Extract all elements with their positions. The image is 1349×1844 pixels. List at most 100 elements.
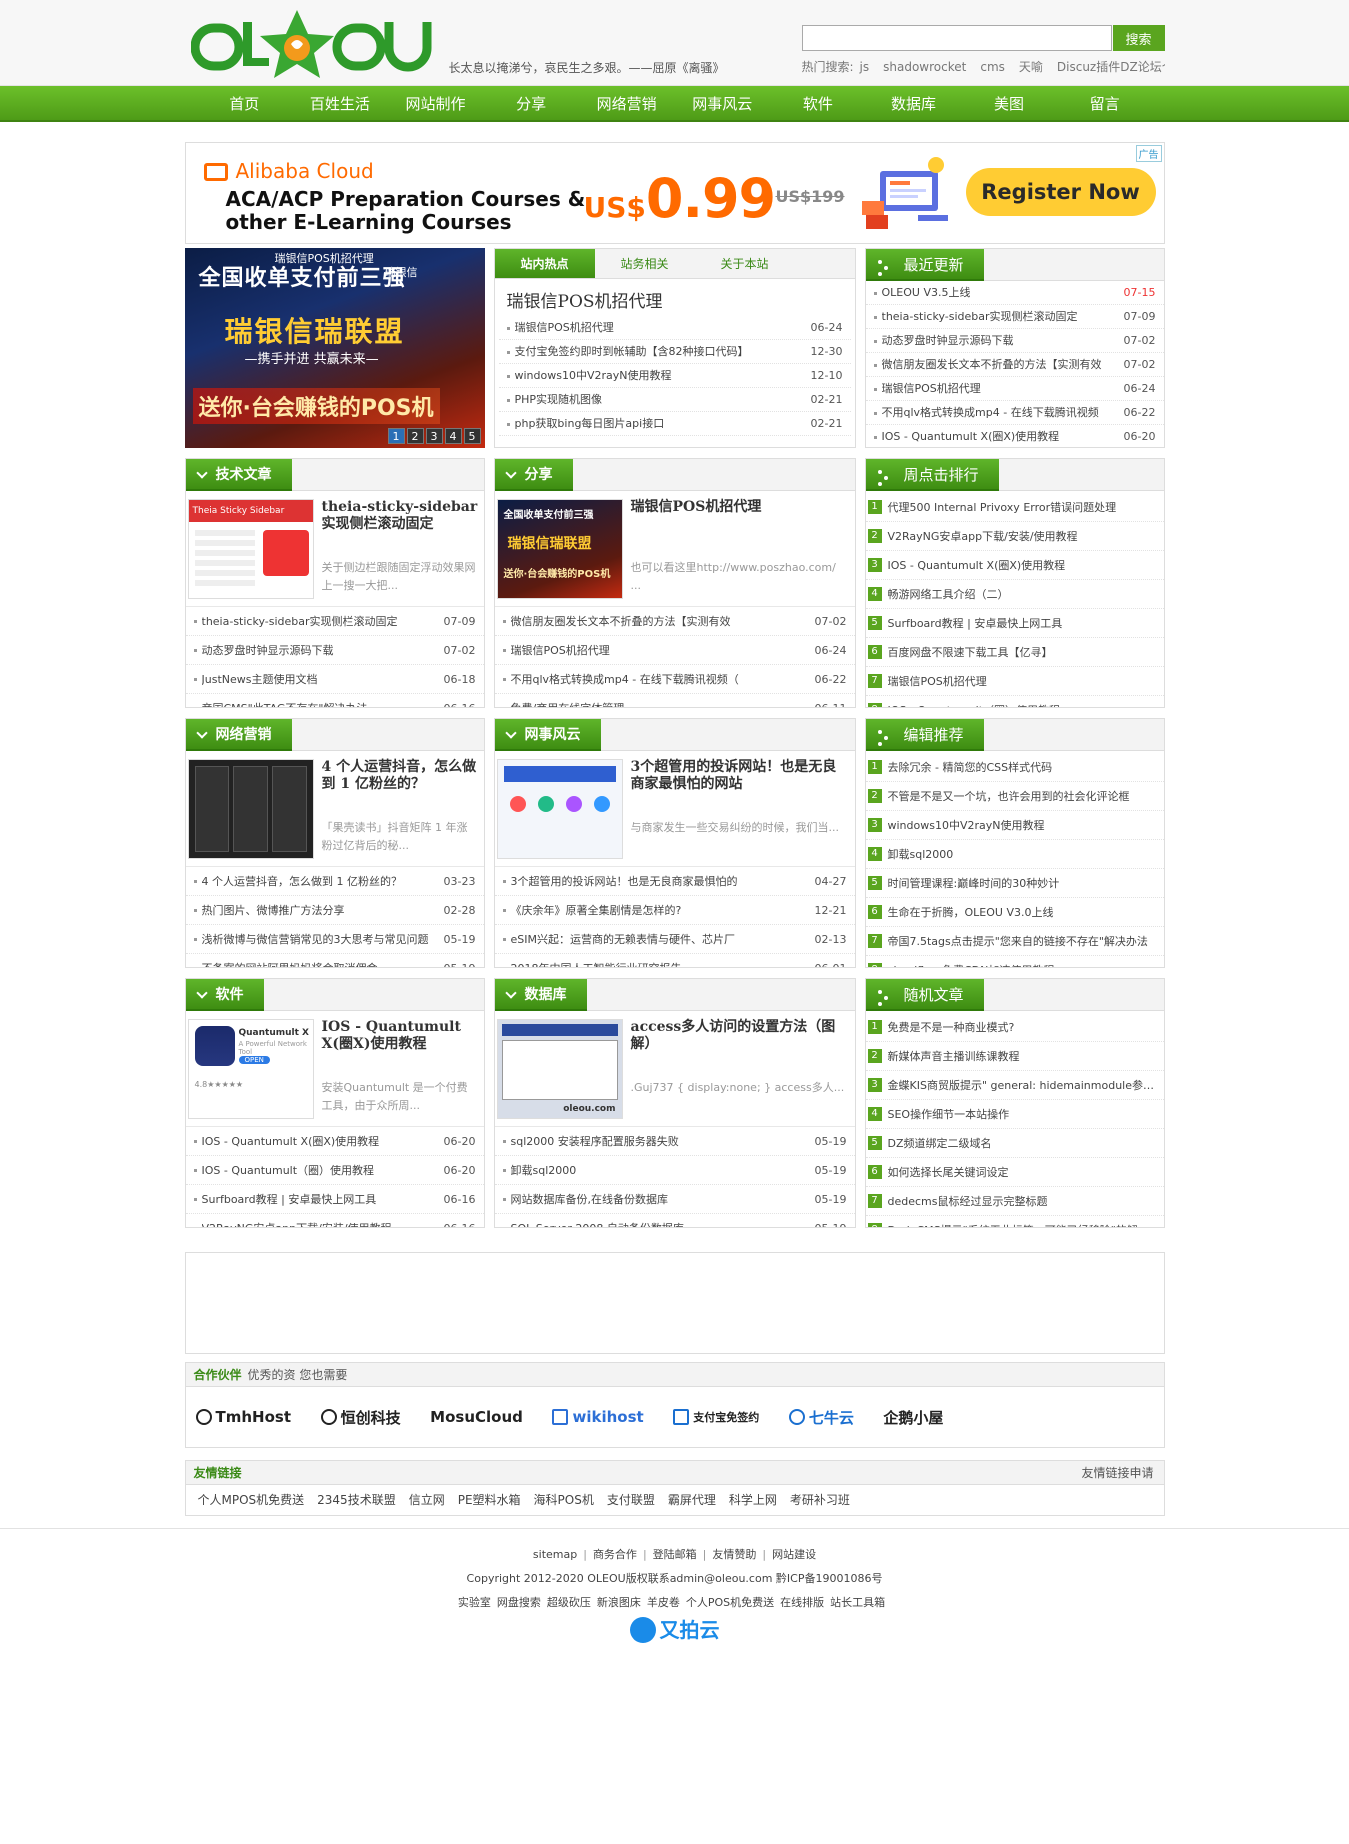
search-input[interactable] bbox=[801, 25, 1112, 51]
tab-site-hot[interactable]: 站内热点 bbox=[494, 249, 595, 278]
tab-site-affairs[interactable]: 站务相关 bbox=[595, 249, 695, 278]
friend-link-apply[interactable]: 友情链接申请 bbox=[1081, 1461, 1153, 1485]
footer-link[interactable]: 友情赞助 bbox=[712, 1548, 756, 1561]
nav-item-news[interactable]: 网事风云 bbox=[674, 86, 770, 122]
upyun-badge[interactable]: 又拍云 bbox=[629, 1617, 720, 1643]
rank-item[interactable]: 5 Surfboard教程 | 安卓最快上网工具 bbox=[865, 609, 1164, 638]
footer-extra-link[interactable]: 在线排版 bbox=[780, 1596, 824, 1609]
partner-logo[interactable]: 七牛云 bbox=[788, 1407, 854, 1428]
rank-item[interactable]: 1 代理500 Internal Privoxy Error错误问题处理 bbox=[865, 493, 1164, 522]
register-now-button[interactable]: Register Now bbox=[965, 168, 1156, 216]
rank-item[interactable]: 2 不管是不是又一个坑，也许会用到的社会化评论框 bbox=[865, 782, 1164, 811]
nav-item-database[interactable]: 数据库 bbox=[866, 86, 962, 122]
rank-item[interactable]: 8DedeCMS提示"系统无此标签，可能已经移除"的解决方法 bbox=[866, 1216, 1164, 1227]
footer-extra-link[interactable]: 新浪图床 bbox=[597, 1596, 641, 1609]
article-thumbnail[interactable]: Quantumult XA Powerful Network Tool OPEN 4… bbox=[187, 1019, 314, 1119]
footer-extra-link[interactable]: 实验室 bbox=[458, 1596, 491, 1609]
list-item[interactable]: V2RayNG安卓app下载/安装/使用教程06-16 bbox=[186, 1214, 484, 1227]
slider-page[interactable]: 5 bbox=[463, 428, 481, 444]
footer-link[interactable]: 网站建设 bbox=[772, 1548, 816, 1561]
slider-page[interactable]: 2 bbox=[406, 428, 424, 444]
rank-item[interactable]: 4 SEO操作细节一本站操作 bbox=[865, 1100, 1164, 1129]
partner-logo[interactable]: MosuCloud bbox=[430, 1408, 523, 1426]
rank-item[interactable]: 5 时间管理课程:巅峰时间的30种妙计 bbox=[865, 869, 1164, 898]
list-item[interactable]: 卸载sql2000 05-19 bbox=[494, 1156, 855, 1185]
footer-extra-link[interactable]: 超级砍压 bbox=[547, 1596, 591, 1609]
footer-link[interactable]: 登陆邮箱 bbox=[653, 1548, 697, 1561]
article-thumbnail[interactable]: oleou.com bbox=[496, 1019, 623, 1119]
rank-item[interactable]: 3 windows10中V2rayN使用教程 bbox=[865, 811, 1164, 840]
rank-item[interactable]: 3 金蝶KIS商贸版提示" general: hidemainmodule参数错误 bbox=[865, 1071, 1164, 1100]
rank-item[interactable]: 1 去除冗余 - 精简您的CSS样式代码 bbox=[865, 753, 1164, 782]
footer-link[interactable]: 商务合作 bbox=[593, 1548, 637, 1561]
tab-about[interactable]: 关于本站 bbox=[695, 249, 795, 278]
list-item[interactable]: 瑞银信POS机招代理 06-24 bbox=[494, 636, 855, 665]
nav-item-gallery[interactable]: 美图 bbox=[961, 86, 1057, 122]
rank-item[interactable]: 4 畅游网络工具介绍（二） bbox=[865, 580, 1164, 609]
list-item[interactable]: IOS - Quantumult X(圈X)使用教程 06-20 bbox=[185, 1127, 484, 1156]
rank-item[interactable]: 3 IOS - Quantumult X(圈X)使用教程 bbox=[865, 551, 1164, 580]
section-title[interactable]: 技术文章 bbox=[185, 459, 292, 491]
featured-title[interactable]: 瑞银信POS机招代理 bbox=[631, 499, 849, 516]
alibaba-ad-banner[interactable]: Alibaba Cloud ACA/ACP Preparation Course… bbox=[184, 142, 1165, 244]
list-item[interactable]: 3个超管用的投诉网站！也是无良商家最惧怕的 04-27 bbox=[494, 867, 855, 896]
hot-term[interactable]: 天喻 bbox=[1019, 60, 1043, 74]
search-button[interactable]: 搜索 bbox=[1112, 25, 1165, 51]
rank-item[interactable]: 4 卸载sql2000 bbox=[865, 840, 1164, 869]
article-thumbnail[interactable] bbox=[187, 759, 314, 859]
list-item[interactable]: 瑞银信POS机招代理 06-24 bbox=[498, 316, 851, 340]
featured-title[interactable]: theia-sticky-sidebar实现侧栏滚动固定 bbox=[322, 499, 478, 533]
featured-article[interactable]: 全国收单支付前三强 瑞银信瑞联盟 送你·台会赚钱的POS机 瑞银信POS机招代理 也可以… bbox=[494, 491, 855, 607]
rank-item[interactable]: 6 生命在于折腾，OLEOU V3.0上线 bbox=[865, 898, 1164, 927]
featured-title[interactable]: 4 个人运营抖音，怎么做到 1 亿粉丝的？ bbox=[322, 759, 478, 793]
list-item[interactable]: SQL Server 2008 自动备份数据库05-19 bbox=[495, 1214, 855, 1227]
rank-item[interactable]: 2 V2RayNG安卓app下载/安装/使用教程 bbox=[865, 522, 1164, 551]
list-item[interactable]: 4 个人运营抖音，怎么做到 1 亿粉丝的？ 03-23 bbox=[185, 867, 484, 896]
list-item[interactable]: 支付宝免签约即时到帐辅助【含82种接口代码】 12-30 bbox=[498, 340, 851, 364]
hot-term[interactable]: Discuz插件DZ论坛个人 bbox=[1057, 60, 1165, 74]
list-item[interactable]: php获取bing每日图片api接口 02-21 bbox=[498, 412, 851, 436]
rank-item[interactable]: 8IOS - Quantumult（圈）使用教程 bbox=[866, 696, 1164, 707]
list-item[interactable]: 不用qlv格式转换成mp4 - 在线下载腾讯视频 06-22 bbox=[865, 401, 1164, 425]
list-item[interactable]: 热门图片、微博推广方法分享 02-28 bbox=[185, 896, 484, 925]
hot-term[interactable]: js bbox=[860, 60, 870, 74]
list-item[interactable]: sql2000 安装程序配置服务器失败 05-19 bbox=[494, 1127, 855, 1156]
featured-title[interactable]: 3个超管用的投诉网站！也是无良商家最惧怕的网站 bbox=[631, 759, 849, 793]
slider-page[interactable]: 1 bbox=[387, 428, 405, 444]
nav-item-webdev[interactable]: 网站制作 bbox=[388, 86, 484, 122]
featured-title[interactable]: IOS - Quantumult X(圈X)使用教程 bbox=[322, 1019, 478, 1053]
featured-title[interactable]: access多人访问的设置方法（图解） bbox=[631, 1019, 849, 1053]
footer-link[interactable]: sitemap bbox=[533, 1548, 577, 1561]
list-item[interactable]: theia-sticky-sidebar实现侧栏滚动固定 07-09 bbox=[185, 607, 484, 636]
friend-link[interactable]: PE塑料水箱 bbox=[458, 1493, 521, 1507]
list-item[interactable]: 不备案的网站阿里妈妈将会取消佣金05-19 bbox=[186, 954, 484, 967]
list-item[interactable]: PHP实现随机图像 02-21 bbox=[498, 388, 851, 412]
article-thumbnail[interactable]: Theia Sticky Sidebar bbox=[187, 499, 314, 599]
hot-term[interactable]: cms bbox=[980, 60, 1005, 74]
slider-page[interactable]: 4 bbox=[444, 428, 462, 444]
partner-logo[interactable]: 支付宝免签约 bbox=[673, 1409, 759, 1425]
banner-slider[interactable]: 全国收单支付前三强 瑞银信 瑞银信瑞联盟 —携手并进 共赢未来— 送你·台会赚钱… bbox=[184, 248, 485, 448]
partner-logo[interactable]: 企鹅小屋 bbox=[883, 1407, 943, 1428]
list-item[interactable]: windows10中V2rayN使用教程 12-10 bbox=[498, 364, 851, 388]
rank-item[interactable]: 2 新媒体声音主播训练课教程 bbox=[865, 1042, 1164, 1071]
list-item[interactable]: 网站数据库备份,在线备份数据库 05-19 bbox=[494, 1185, 855, 1214]
list-item[interactable]: 免费/商用在线字体管理06-11 bbox=[495, 694, 855, 707]
list-item[interactable]: OLEOU V3.5上线 07-15 bbox=[865, 281, 1164, 305]
hot-headline[interactable]: 瑞银信POS机招代理 bbox=[495, 279, 855, 316]
footer-extra-link[interactable]: 网盘搜索 bbox=[497, 1596, 541, 1609]
footer-extra-link[interactable]: 个人POS机免费送 bbox=[686, 1596, 774, 1609]
section-title[interactable]: 分享 bbox=[494, 459, 573, 491]
footer-extra-link[interactable]: 羊皮卷 bbox=[647, 1596, 680, 1609]
featured-article[interactable]: 3个超管用的投诉网站！也是无良商家最惧怕的网站 与商家发生一些交易纠纷的时候，我们… bbox=[494, 751, 855, 867]
hot-term[interactable]: shadowrocket bbox=[883, 60, 966, 74]
rank-item[interactable]: 8cloudflare免费CDN加速使用教程 bbox=[866, 956, 1164, 967]
list-item[interactable]: 浅析微博与微信营销常见的3大思考与常见问题 05-19 bbox=[185, 925, 484, 954]
list-item[interactable]: JustNews主题使用文档 06-18 bbox=[185, 665, 484, 694]
list-item[interactable]: 动态罗盘时钟显示源码下载 07-02 bbox=[865, 329, 1164, 353]
list-item[interactable]: 动态罗盘时钟显示源码下载 07-02 bbox=[185, 636, 484, 665]
ad-close-badge[interactable]: 广告 bbox=[1135, 145, 1162, 162]
partner-logo[interactable]: wikihost bbox=[552, 1408, 644, 1426]
section-title[interactable]: 数据库 bbox=[494, 979, 587, 1011]
list-item[interactable]: 2018年中国人工智能行业研究报告06-01 bbox=[495, 954, 855, 967]
